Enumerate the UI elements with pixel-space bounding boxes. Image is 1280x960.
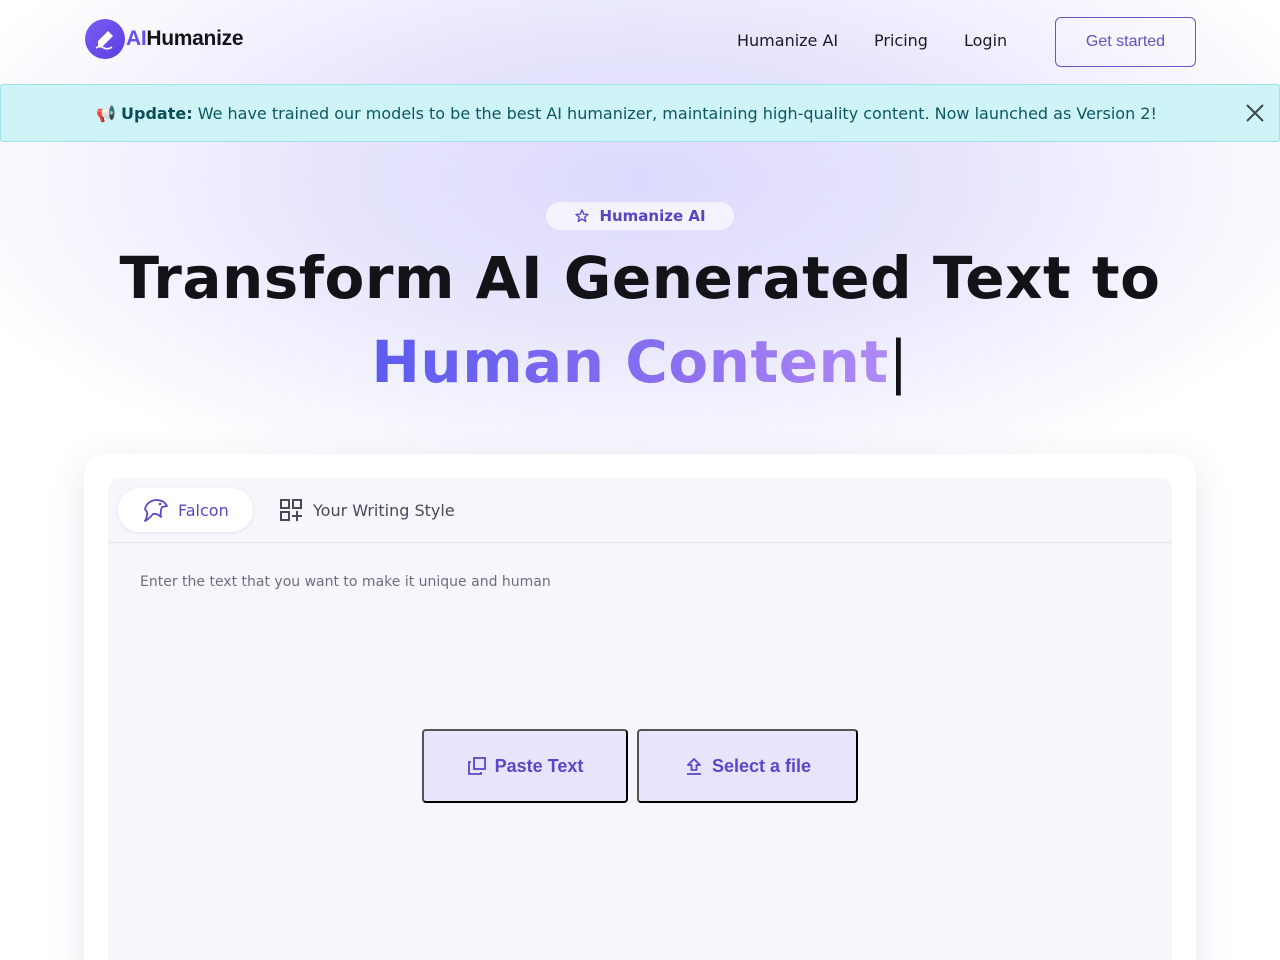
logo-text: AIHumanize [126, 27, 244, 50]
tab-falcon[interactable]: Falcon [118, 488, 253, 532]
copy-icon [467, 757, 486, 775]
paste-text-button[interactable]: Paste Text [422, 729, 628, 803]
editor-panel: Falcon Your Writing Style Paste Text [108, 478, 1172, 960]
humanizer-card: Falcon Your Writing Style Paste Text [84, 454, 1196, 960]
paste-text-label: Paste Text [494, 755, 584, 776]
hero-title-line2: Human Content| [0, 328, 1280, 396]
select-file-button[interactable]: Select a file [637, 729, 858, 803]
hero-title-highlight: Human Content [371, 328, 889, 396]
banner-label: Update: [121, 104, 193, 123]
pen-logo-icon [85, 19, 125, 59]
badge-label: Humanize AI [599, 207, 706, 225]
get-started-button[interactable]: Get started [1055, 17, 1196, 67]
nav-humanize-ai[interactable]: Humanize AI [737, 31, 838, 50]
banner-message: We have trained our models to be the bes… [197, 104, 1157, 123]
hero-title-line1: Transform AI Generated Text to [119, 244, 1161, 312]
nav-pricing[interactable]: Pricing [874, 31, 928, 50]
humanize-ai-badge: Humanize AI [546, 202, 734, 230]
star-icon [575, 209, 590, 223]
model-tabs: Falcon Your Writing Style [108, 478, 1172, 543]
banner-text: 📢 Update: We have trained our models to … [96, 104, 1157, 123]
grid-plus-icon [280, 499, 302, 521]
site-header: AIHumanize Humanize AI Pricing Login Get… [0, 0, 1280, 84]
tab-falcon-label: Falcon [178, 500, 229, 520]
upload-icon [686, 758, 701, 775]
tab-writing-style-label: Your Writing Style [313, 500, 455, 520]
logo[interactable]: AIHumanize [85, 19, 244, 59]
select-file-label: Select a file [711, 755, 812, 776]
tab-your-writing-style[interactable]: Your Writing Style [279, 488, 455, 532]
typing-cursor: | [888, 328, 909, 396]
megaphone-icon: 📢 [96, 104, 116, 123]
nav-login[interactable]: Login [964, 31, 1007, 50]
update-banner: 📢 Update: We have trained our models to … [0, 84, 1280, 142]
close-icon[interactable] [1245, 103, 1265, 127]
falcon-icon [144, 499, 168, 522]
